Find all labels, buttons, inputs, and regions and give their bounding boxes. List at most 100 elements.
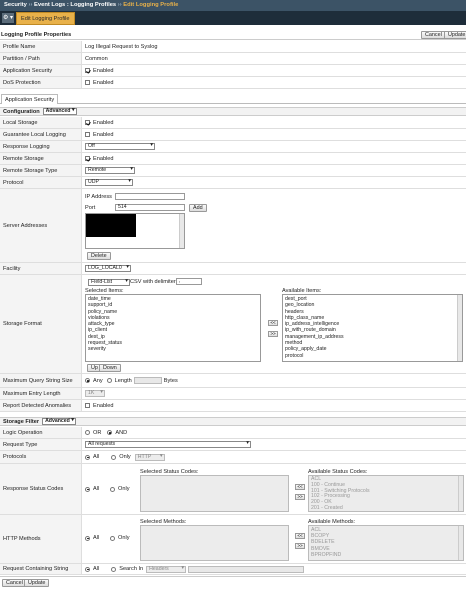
protocols-only-radio[interactable]: [111, 454, 117, 460]
configuration-mode-select[interactable]: Advanced: [42, 108, 77, 115]
list-item[interactable]: protocol: [285, 353, 460, 359]
methods-only-radio[interactable]: [110, 535, 115, 541]
length-radio[interactable]: [106, 378, 112, 383]
containing-all-radio[interactable]: [85, 566, 90, 572]
status-codes-label: Response Status Codes: [0, 464, 82, 515]
dos-protection-checkbox[interactable]: [85, 80, 90, 85]
breadcrumb-section[interactable]: Security: [4, 2, 27, 8]
storage-filter-header: Storage Filter Advanced: [0, 417, 466, 426]
list-item[interactable]: 201 - Created: [311, 505, 461, 511]
local-storage-checkbox[interactable]: [85, 120, 90, 125]
storage-filter-mode-select[interactable]: Advanced: [42, 418, 77, 425]
breadcrumb-logging-profiles[interactable]: Event Logs : Logging Profiles: [34, 2, 116, 8]
tab-application-security[interactable]: Application Security: [1, 94, 59, 104]
move-right-button[interactable]: >>: [295, 543, 305, 549]
format-select[interactable]: Field-List: [88, 279, 130, 286]
move-left-button[interactable]: <<: [295, 484, 305, 490]
csv-delimiter-input[interactable]: ,: [176, 278, 202, 285]
or-radio[interactable]: [85, 430, 90, 435]
application-security-checkbox[interactable]: [85, 68, 90, 73]
search-in-radio[interactable]: [111, 566, 117, 572]
update-button[interactable]: Update: [444, 31, 466, 39]
add-button[interactable]: Add: [189, 204, 207, 212]
status-codes-field: All Only Selected Status Codes: << >> Av…: [82, 464, 466, 515]
profile-name-label: Profile Name: [0, 41, 82, 53]
checkbox-label: Enabled: [93, 119, 114, 126]
and-radio[interactable]: [107, 430, 113, 435]
move-right-button[interactable]: >>: [268, 331, 278, 337]
local-storage-label: Local Storage: [0, 117, 82, 129]
radio-label: Any: [93, 377, 103, 384]
guarantee-local-checkbox[interactable]: [85, 132, 90, 137]
report-anomalies-checkbox[interactable]: [85, 403, 90, 408]
available-items-list[interactable]: dest_port geo_location headers http_clas…: [282, 294, 463, 362]
configuration-header: Configuration Advanced: [0, 107, 466, 116]
ip-address-label: IP Address: [85, 194, 112, 200]
update-button[interactable]: Update: [24, 579, 50, 587]
facility-select[interactable]: LOG_LOCAL0: [85, 265, 131, 272]
list-item[interactable]: BPROPFIND: [311, 552, 461, 558]
request-type-select[interactable]: All requests: [85, 441, 251, 448]
cancel-button[interactable]: Cancel: [421, 31, 446, 39]
protocol-field: UDP: [82, 177, 466, 189]
breadcrumb-separator: ››: [117, 2, 122, 8]
section-title: Storage Filter: [3, 418, 40, 425]
redacted-block: [86, 214, 136, 237]
move-left-button[interactable]: <<: [268, 320, 278, 326]
remote-storage-type-select[interactable]: Remote: [85, 167, 135, 174]
available-status-codes-list[interactable]: ACL 100 - Continue 101 - Switching Proto…: [308, 475, 464, 512]
status-only-radio[interactable]: [110, 486, 115, 492]
scrollbar[interactable]: [458, 526, 463, 560]
remote-storage-checkbox[interactable]: [85, 156, 90, 161]
move-left-button[interactable]: <<: [295, 533, 305, 539]
section-title: Configuration: [3, 108, 40, 115]
report-anomalies-field: Enabled: [82, 400, 466, 412]
list-item[interactable]: severity: [88, 346, 258, 352]
tab-row: ⚙ ▾ Edit Logging Profile: [0, 11, 466, 25]
radio-label: All: [93, 454, 100, 460]
server-address-list[interactable]: [85, 213, 185, 249]
facility-field: LOG_LOCAL0: [82, 263, 466, 275]
length-input[interactable]: [133, 377, 162, 384]
scrollbar[interactable]: [458, 476, 463, 511]
scrollbar[interactable]: [457, 295, 462, 361]
delete-button[interactable]: Delete: [87, 252, 111, 260]
ip-address-input[interactable]: [115, 193, 185, 200]
remote-storage-label: Remote Storage: [0, 153, 82, 165]
remote-storage-type-label: Remote Storage Type: [0, 165, 82, 177]
request-type-label: Request Type: [0, 439, 82, 451]
server-addresses-field: IP Address Port 514 Add Delete: [82, 189, 466, 263]
radio-label: Only: [118, 535, 130, 541]
methods-all-radio[interactable]: [85, 535, 90, 541]
storage-format-field: Field-List CSV with delimiter , Selected…: [82, 275, 466, 374]
radio-label: AND: [115, 429, 128, 436]
search-in-select[interactable]: Headers: [146, 565, 187, 573]
any-radio[interactable]: [85, 378, 90, 383]
protocols-all-radio[interactable]: [85, 454, 90, 460]
selected-methods-list[interactable]: [140, 525, 289, 561]
status-all-radio[interactable]: [85, 486, 90, 492]
selected-status-codes-list[interactable]: [140, 475, 289, 512]
checkbox-label: Enabled: [93, 402, 114, 409]
max-entry-select[interactable]: 1K: [85, 390, 105, 397]
search-string-input[interactable]: [188, 565, 305, 573]
divider: [0, 103, 466, 104]
scrollbar[interactable]: [179, 214, 184, 248]
response-logging-select[interactable]: Off: [85, 143, 155, 150]
max-query-label: Maximum Query String Size: [0, 374, 82, 388]
request-type-field: All requests: [82, 439, 466, 451]
move-right-button[interactable]: >>: [295, 494, 305, 500]
report-anomalies-label: Report Detected Anomalies: [0, 400, 82, 412]
selected-items-list[interactable]: date_time support_id policy_name violati…: [85, 294, 261, 362]
protocol-select[interactable]: UDP: [85, 179, 133, 186]
gear-icon[interactable]: ⚙ ▾: [2, 13, 14, 23]
dos-protection-field: Enabled: [82, 77, 466, 89]
down-button[interactable]: Down: [99, 364, 121, 372]
remote-storage-type-field: Remote: [82, 165, 466, 177]
available-methods-list[interactable]: ACL BCOPY BDELETE BMOVE BPROPFIND: [308, 525, 464, 561]
protocol-label: Protocol: [0, 177, 82, 189]
checkbox-label: Enabled: [93, 131, 114, 138]
protocols-select[interactable]: HTTP: [134, 453, 165, 461]
tab-edit-logging-profile[interactable]: Edit Logging Profile: [16, 12, 75, 25]
port-input[interactable]: 514: [115, 204, 185, 211]
